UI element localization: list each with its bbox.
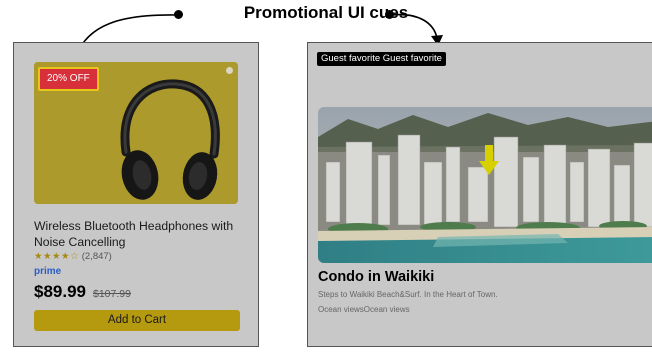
- discount-badge: 20% OFF: [38, 67, 99, 91]
- product-card[interactable]: 20% OFF Wireless Bluetooth Headphones wi…: [13, 42, 259, 347]
- prime-label: prime: [34, 266, 62, 277]
- listing-description: Steps to Waikiki Beach&Surf. In the Hear…: [318, 290, 498, 299]
- waikiki-photo: [318, 107, 652, 263]
- image-indicator-dot: [226, 67, 233, 74]
- guest-favorite-badge: Guest favorite Guest favorite: [317, 52, 446, 66]
- listing-amenities: Ocean viewsOcean views: [318, 305, 410, 314]
- rating-stars-icon: ★★★★☆: [34, 251, 80, 262]
- listing-image[interactable]: [318, 107, 652, 263]
- original-price: $107.99: [93, 288, 131, 300]
- listing-card[interactable]: Guest favorite Guest favorite Condo in W…: [307, 42, 652, 347]
- price: $89.99: [34, 282, 86, 301]
- add-to-cart-button[interactable]: Add to Cart: [34, 310, 240, 331]
- rating-count: (2,847): [81, 251, 112, 262]
- product-title[interactable]: Wireless Bluetooth Headphones with Noise…: [34, 218, 244, 250]
- rating-row: ★★★★☆ (2,847): [34, 251, 112, 262]
- listing-title[interactable]: Condo in Waikiki: [318, 269, 434, 285]
